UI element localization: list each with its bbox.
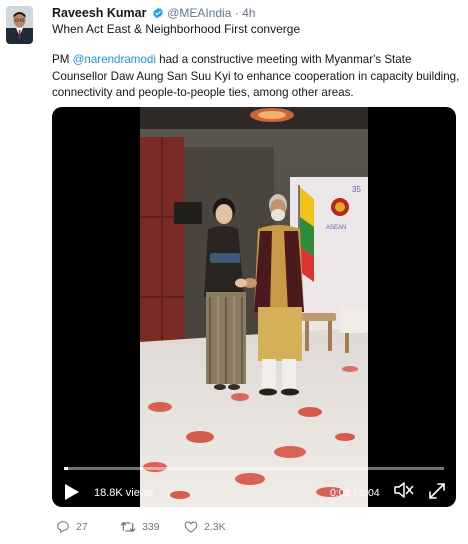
mention-link[interactable]: @narendramodi [73, 53, 156, 66]
video-progress-fill [64, 467, 68, 470]
retweet-count: 339 [142, 521, 160, 533]
volume-icon[interactable] [394, 481, 414, 504]
video-player[interactable]: 35 ASEAN 18.8K views 0:01 / 0:04 [52, 107, 456, 507]
like-button[interactable]: 2.3K [184, 520, 226, 534]
tweet-text-pre: PM [52, 53, 73, 66]
reply-button[interactable]: 27 [56, 520, 88, 534]
video-progress-track[interactable] [64, 467, 444, 470]
tweet-text: PM @narendramodi had a constructive meet… [52, 52, 460, 102]
video-frame-image: 35 ASEAN [140, 107, 368, 507]
tweet-headline: When Act East & Neighborhood First conve… [52, 22, 301, 36]
tweet-timestamp[interactable]: 4h [242, 6, 255, 20]
avatar[interactable] [6, 6, 33, 44]
view-count: 18.8K views [94, 487, 154, 499]
backdrop-number: 35 [352, 185, 361, 194]
retweet-button[interactable]: 339 [120, 520, 160, 534]
author-handle[interactable]: @MEAIndia [167, 6, 231, 20]
retweet-icon [120, 522, 136, 532]
reply-count: 27 [76, 521, 88, 533]
backdrop-label: ASEAN [326, 225, 346, 231]
tweet-card[interactable]: Raveesh Kumar @MEAIndia · 4h When Act Ea… [0, 0, 468, 544]
avatar-image [6, 6, 33, 44]
heart-icon [184, 521, 198, 533]
like-count: 2.3K [204, 521, 226, 533]
video-frame: 35 ASEAN [140, 107, 368, 507]
tweet-header: Raveesh Kumar @MEAIndia · 4h [52, 6, 255, 23]
reply-icon [57, 521, 69, 533]
separator-dot: · [234, 6, 239, 20]
verified-badge-icon [152, 7, 164, 23]
play-icon[interactable] [64, 483, 80, 501]
author-name[interactable]: Raveesh Kumar [52, 6, 147, 20]
video-timecode: 0:01 / 0:04 [330, 487, 380, 499]
fullscreen-icon[interactable] [428, 482, 446, 505]
